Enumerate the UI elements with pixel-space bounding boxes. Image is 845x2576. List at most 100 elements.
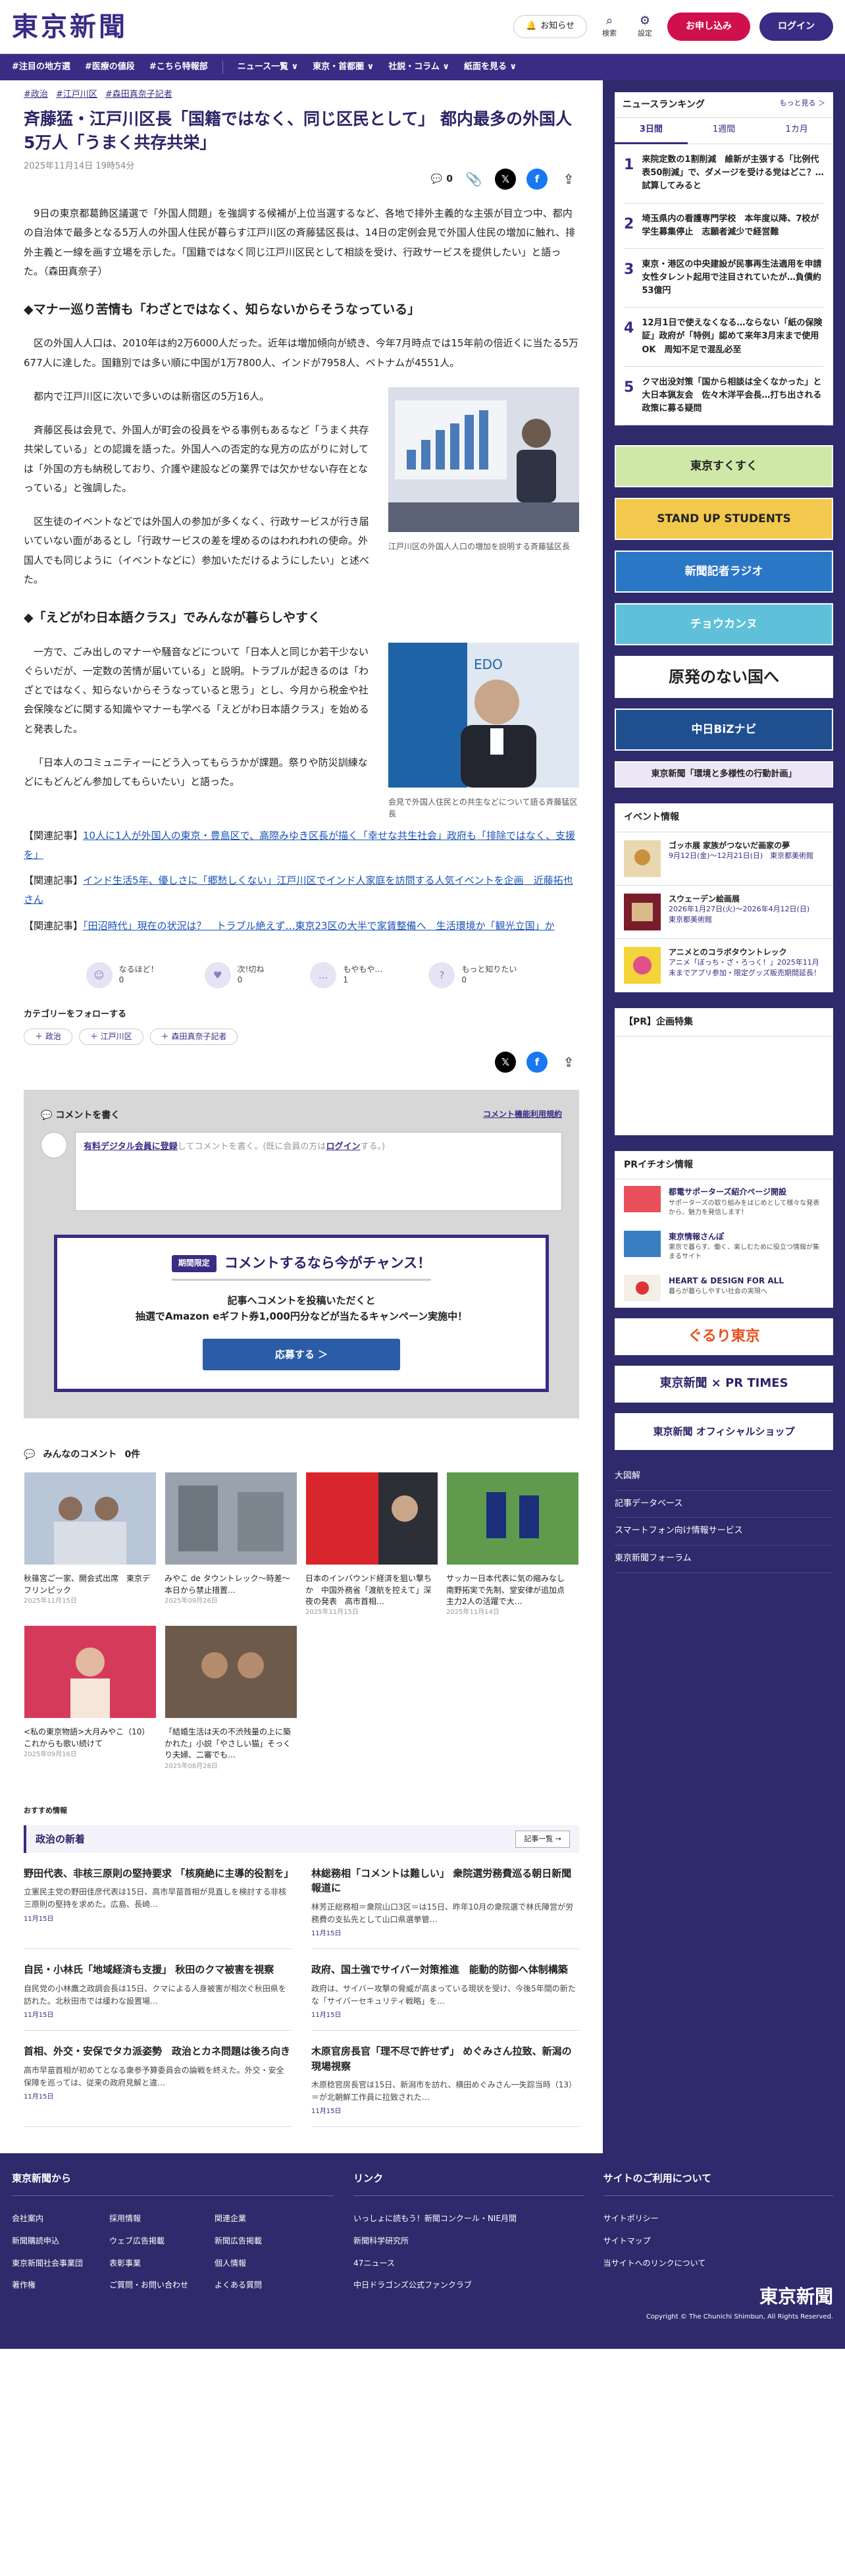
logo-gururi-tokyo[interactable]: ぐるり東京 [615, 1318, 833, 1355]
pr-info-item[interactable]: HEART & DESIGN FOR ALL 暮らが暮らしやすい社会の実現へ [615, 1268, 833, 1308]
sidebar-link[interactable]: 記事データベース [615, 1491, 833, 1518]
banner-bizinavi[interactable]: 中日BiZナビ [615, 709, 833, 751]
event-item[interactable]: スウェーデン絵画展 2026年1月27日(火)〜2026年4月12日(日) 東京都… [615, 886, 833, 939]
comment-textarea[interactable]: 有料デジタル会員に登録してコメントを書く。(既に会員の方はログインする。) [75, 1132, 562, 1212]
banner-sukusuku[interactable]: 東京すくすく [615, 445, 833, 488]
footer-link[interactable]: 47ニュース [353, 2253, 583, 2275]
banner-choukanne[interactable]: チョウカンヌ [615, 603, 833, 646]
facebook-share-icon[interactable]: f [526, 169, 548, 190]
footer-link[interactable]: ウェブ広告掲載 [109, 2230, 188, 2253]
tag-link[interactable]: #政治 [24, 88, 48, 102]
footer-link[interactable]: サイトポリシー [603, 2208, 833, 2230]
grid-article[interactable]: <私の東京物語>大月みやこ（10）これからも歌い続けて 2025年09月16日 [24, 1626, 157, 1771]
nav-item[interactable]: ニュース一覧 ∨ [238, 61, 298, 74]
site-logo[interactable]: 東京新聞 [12, 6, 128, 48]
grid-article[interactable]: 秋篠宮ご一家、開会式出席 東京デフリンピック 2025年11月15日 [24, 1472, 157, 1618]
news-item[interactable]: 林総務相「コメントは難しい」 衆院選労務費巡る朝日新聞報道に 林芳正総務相＝衆院山… [311, 1853, 579, 1950]
comment-count[interactable]: 💬 0 [431, 172, 453, 186]
tab-1month[interactable]: 1カ月 [760, 118, 834, 145]
event-item[interactable]: アニメとのコラボタウントレック アニメ「ぼっち・ざ・ろっく！」2025年11月末ま… [615, 939, 833, 992]
tag-link[interactable]: #江戸川区 [56, 88, 97, 102]
settings-button[interactable]: ⚙ 設定 [632, 14, 658, 40]
footer-link[interactable]: 個人情報 [215, 2253, 262, 2275]
tag-link[interactable]: #森田真奈子記者 [105, 88, 172, 102]
related-link[interactable]: 10人に1人が外国人の東京・豊島区で、高際みゆき区長が描く「幸せな共生社会」政府… [24, 830, 575, 861]
grid-article[interactable]: サッカー日本代表に気の縮みなし 南野拓実で先制、堂安律が追加点 主力2人の活躍で… [446, 1472, 579, 1618]
footer-link[interactable]: 表彰事業 [109, 2253, 188, 2275]
notice-button[interactable]: 🔔 お知らせ [513, 15, 587, 38]
logo-official-shop[interactable]: 東京新聞 オフィシャルショップ [615, 1412, 833, 1450]
ranking-item[interactable]: 4 12月1日で使えなくなる…ならない「紙の保険証」政府が「特例」認めて来年3月末… [624, 308, 824, 367]
footer-link[interactable]: 新聞広告掲載 [215, 2230, 262, 2253]
footer-link[interactable]: 著作権 [12, 2274, 83, 2297]
reaction-button[interactable]: ☺ なるほど！ 0 [86, 961, 159, 988]
follow-tag[interactable]: ＋ 森田真奈子記者 [149, 1028, 238, 1045]
ranking-item[interactable]: 1 来院定数の1割削減 維新が主張する「比例代表50削減」で、ダメージを受ける党は… [624, 144, 824, 203]
follow-tag[interactable]: ＋ 政治 [24, 1028, 72, 1045]
event-item[interactable]: ゴッホ展 家族がつないだ画家の夢 9月12日(金)〜12月21日(日) 東京都美術… [615, 832, 833, 886]
news-item[interactable]: 自民・小林氏「地域経済も支援」 秋田のクマ被害を視察 自民党の小林鷹之政調会長は1… [24, 1949, 292, 2031]
ranking-item[interactable]: 5 クマ出没対策「国から相談は全くなかった」と大日本猟友会 佐々木洋平会長…打ち出… [624, 367, 824, 426]
pr-info-item[interactable]: 都電サポーターズ紹介ページ開設 サポーターズの取り組みをはじめとして様々な発表から… [615, 1179, 833, 1223]
footer-link[interactable]: よくある質問 [215, 2274, 262, 2297]
comment-rules-link[interactable]: コメント機能利用規約 [483, 1108, 562, 1123]
footer-link[interactable]: ご質問・お問い合わせ [109, 2274, 188, 2297]
subscribe-button[interactable]: お申し込み [667, 13, 750, 41]
facebook-share-icon[interactable]: f [526, 1051, 548, 1073]
apply-button[interactable]: 応募する ＞ [203, 1338, 400, 1370]
news-item[interactable]: 野田代表、非核三原則の堅持要求 「核廃絶に主導的役割を」 立憲民主党の野田佳彦代表… [24, 1853, 294, 1950]
reaction-button[interactable]: … もやもや… 1 [310, 961, 382, 988]
banner-podcast[interactable]: 新聞記者ラジオ [615, 550, 833, 593]
footer-link[interactable]: サイトマップ [603, 2230, 833, 2253]
footer-link[interactable]: 関連企業 [215, 2208, 262, 2230]
footer-link[interactable]: 新聞科学研究所 [353, 2230, 583, 2253]
article-figure[interactable]: 江戸川区の外国人人口の増加を説明する斉藤猛区長 [388, 387, 579, 589]
nav-item[interactable]: #医療の値段 [85, 61, 135, 74]
related-link[interactable]: インド生活5年、優しさに「郷愁しくない」江戸川区でインド人家庭を訪問する人気イベ… [24, 874, 573, 905]
nav-item[interactable]: 紙面を見る ∨ [464, 61, 517, 74]
logo-prtimes[interactable]: 東京新聞 × PR TIMES [615, 1365, 833, 1403]
grid-article[interactable]: 「結婚生活は天の不渋残量の上に築かれた」小説「やさしい猫」そっくり夫婦、二審でも… [165, 1626, 297, 1771]
login-button[interactable]: ログイン [759, 13, 833, 41]
nav-item[interactable]: 東京・首都圏 ∨ [313, 61, 374, 74]
follow-tag[interactable]: ＋ 江戸川区 [78, 1028, 143, 1045]
export-icon[interactable]: ⇪ [558, 1051, 579, 1073]
footer-link[interactable]: 会社案内 [12, 2208, 83, 2230]
clip-icon[interactable]: 📎 [463, 169, 484, 190]
login-link[interactable]: ログイン [326, 1142, 360, 1152]
reaction-button[interactable]: ? もっと知りたい 0 [428, 961, 517, 988]
tab-3days[interactable]: 3日間 [615, 118, 688, 145]
grid-article[interactable]: 日本のインバウンド経済を狙い撃ちか 中国外務省「渡航を控えて」深夜の発表 高市首… [305, 1472, 438, 1618]
banner-standup-students[interactable]: STAND UP STUDENTS [615, 498, 833, 541]
ranking-item[interactable]: 3 東京・港区の中央建設が民事再生法適用を申請 女性タレント起用で注目されていたが… [624, 249, 830, 308]
pr-info-item[interactable]: 東京情報さんぽ 東京で暮らす、働く、楽しむために役立つ情報が集まるサイト [615, 1224, 833, 1268]
footer-link[interactable]: 新聞購読申込 [12, 2230, 83, 2253]
article-list-button[interactable]: 記事一覧 → [515, 1831, 570, 1848]
sidebar-link[interactable]: 大図解 [615, 1463, 833, 1491]
footer-link[interactable]: いっしょに読もう！新聞コンクール・NIE月間 [353, 2208, 583, 2230]
banner-no-nuclear[interactable]: 原発のない国へ [615, 656, 833, 699]
footer-link[interactable]: 東京新聞社会事業団 [12, 2253, 83, 2275]
tab-1week[interactable]: 1週間 [687, 118, 761, 145]
footer-link[interactable]: 採用情報 [109, 2208, 188, 2230]
reaction-button[interactable]: ♥ 次!切ね 0 [204, 961, 264, 988]
x-share-icon[interactable]: 𝕏 [495, 169, 516, 190]
news-item[interactable]: 政府、国土強でサイバー対策推進 能動的防御へ体制構築 政府は、サイバー攻撃の脅威が… [311, 1949, 579, 2031]
article-figure[interactable]: EDO 会見で外国人住民との共生などについて語る斉藤猛区長 [388, 642, 579, 820]
ranking-more-link[interactable]: もっと見る ＞ [780, 97, 826, 112]
related-link[interactable]: 「田沼時代」現在の状況は？ トラブル絶えず…東京23区の大半で家賃整備へ 生活環… [83, 920, 555, 932]
footer-link[interactable]: 当サイトへのリンクについて [603, 2253, 833, 2275]
news-item[interactable]: 木原官房長官「理不尽で許せず」 めぐみさん拉致、新潟の現場視察 木原稔官房長官は1… [311, 2031, 579, 2128]
nav-item[interactable]: #こちら特報部 [149, 61, 208, 74]
ranking-item[interactable]: 2 埼玉県内の看護専門学校 本年度以降、7校が学生募集停止 志願者減少で経営難 [624, 203, 824, 249]
footer-logo[interactable]: 東京新聞 [603, 2282, 833, 2312]
search-button[interactable]: ⌕ 検索 [596, 14, 623, 40]
register-link[interactable]: 有料デジタル会員に登録 [84, 1142, 178, 1152]
banner-action-plan[interactable]: 東京新聞「環境と多様性の行動計画」 [615, 761, 833, 788]
sidebar-link[interactable]: 東京新聞フォーラム [615, 1545, 833, 1573]
news-item[interactable]: 首相、外交・安保でタカ派姿勢 政治とカネ問題は後ろ向き 高市早苗首相が初めてとなる… [24, 2031, 292, 2128]
x-share-icon[interactable]: 𝕏 [495, 1051, 516, 1073]
footer-link[interactable]: 中日ドラゴンズ公式ファンクラブ [353, 2274, 583, 2297]
sidebar-link[interactable]: スマートフォン向け情報サービス [615, 1518, 833, 1546]
export-icon[interactable]: ⇪ [558, 169, 579, 190]
